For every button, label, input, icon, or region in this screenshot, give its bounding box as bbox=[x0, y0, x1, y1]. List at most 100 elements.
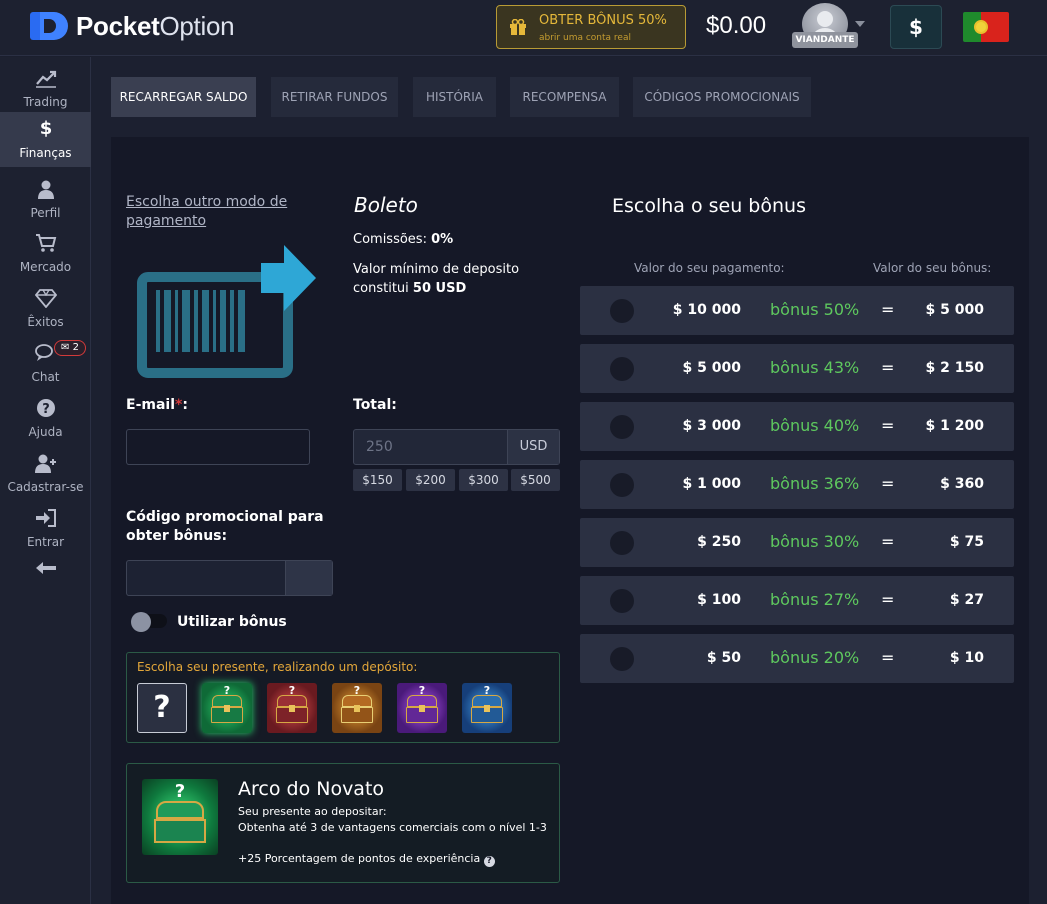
bonus-radio[interactable] bbox=[610, 357, 634, 381]
payment-method-name: Boleto bbox=[354, 193, 418, 217]
bonus-percent: bônus 20% bbox=[770, 648, 860, 667]
bonus-radio[interactable] bbox=[610, 589, 634, 613]
bonus-row[interactable]: $ 3 000 bônus 40% = $ 1 200 bbox=[580, 402, 1014, 451]
equals-sign: = bbox=[881, 590, 895, 609]
info-icon[interactable]: ? bbox=[483, 856, 495, 867]
email-label: E-mail*: bbox=[126, 397, 188, 413]
sidebar-item-cadastrar[interactable]: Cadastrar-se bbox=[0, 446, 91, 501]
equals-sign: = bbox=[881, 648, 895, 667]
get-bonus-button[interactable]: OBTER BÔNUS 50% abrir uma conta real bbox=[496, 5, 686, 49]
bonus-radio[interactable] bbox=[610, 647, 634, 671]
chart-line-icon bbox=[36, 70, 57, 88]
bonus-percent: bônus 50% bbox=[770, 300, 860, 319]
bonus-row[interactable]: $ 1 000 bônus 36% = $ 360 bbox=[580, 460, 1014, 509]
sidebar-item-label: Cadastrar-se bbox=[7, 480, 84, 494]
equals-sign: = bbox=[881, 416, 895, 435]
sidebar-item-trading[interactable]: Trading bbox=[0, 61, 91, 116]
bonus-row[interactable]: $ 10 000 bônus 50% = $ 5 000 bbox=[580, 286, 1014, 335]
deposit-panel: Escolha outro modo de pagamento Boleto C… bbox=[111, 137, 1029, 904]
bonus-row[interactable]: $ 100 bônus 27% = $ 27 bbox=[580, 576, 1014, 625]
sidebar-item-exitos[interactable]: Êxitos bbox=[0, 281, 91, 336]
quick-amount-150[interactable]: $150 bbox=[353, 469, 402, 491]
gift-selection-box: Escolha seu presente, realizando um depó… bbox=[126, 652, 560, 743]
equals-sign: = bbox=[881, 474, 895, 493]
bonus-button-subtitle: abrir uma conta real bbox=[539, 33, 631, 43]
column-header-bonus: Valor do seu bônus: bbox=[873, 261, 992, 275]
balance-amount[interactable]: $0.00 bbox=[706, 12, 766, 40]
gift-red-chest[interactable]: ? bbox=[267, 683, 317, 733]
equals-sign: = bbox=[881, 532, 895, 551]
bonus-payment: $ 250 bbox=[697, 534, 741, 550]
bonus-value: $ 27 bbox=[949, 592, 984, 608]
promo-code-input[interactable] bbox=[126, 560, 333, 596]
sidebar-item-label: Trading bbox=[23, 95, 68, 109]
use-bonus-toggle[interactable] bbox=[131, 612, 169, 632]
collapse-arrow-icon[interactable] bbox=[36, 561, 56, 575]
bonus-radio[interactable] bbox=[610, 531, 634, 555]
tab-codigos-promocionais[interactable]: CÓDIGOS PROMOCIONAIS bbox=[633, 77, 811, 117]
selected-gift-details: ? Arco do Novato Seu presente ao deposit… bbox=[126, 763, 560, 883]
bonus-button-title: OBTER BÔNUS 50% bbox=[539, 13, 667, 28]
sidebar-item-label: Finanças bbox=[19, 146, 72, 160]
cart-icon bbox=[36, 234, 57, 252]
bonus-radio[interactable] bbox=[610, 299, 634, 323]
sidebar-item-mercado[interactable]: Mercado bbox=[0, 226, 91, 281]
user-icon bbox=[38, 180, 54, 199]
bonus-row[interactable]: $ 5 000 bônus 43% = $ 2 150 bbox=[580, 344, 1014, 393]
quick-amount-500[interactable]: $500 bbox=[511, 469, 560, 491]
sidebar-item-financas[interactable]: $ Finanças bbox=[0, 112, 91, 167]
gift-hint: Escolha seu presente, realizando um depó… bbox=[137, 660, 418, 674]
gift-blue-chest[interactable]: ? bbox=[462, 683, 512, 733]
logo-text: PocketOption bbox=[76, 10, 235, 41]
gift-orange-chest[interactable]: ? bbox=[332, 683, 382, 733]
gift-icon bbox=[510, 19, 526, 35]
sidebar-item-label: Ajuda bbox=[28, 425, 63, 439]
gift-random-chest[interactable]: ? bbox=[137, 683, 187, 733]
equals-sign: = bbox=[881, 300, 895, 319]
minimum-deposit-info: Valor mínimo de deposito constitui 50 US… bbox=[353, 262, 520, 296]
total-amount-input[interactable]: 250 USD bbox=[353, 429, 560, 465]
chat-unread-badge: ✉ 2 bbox=[54, 340, 86, 356]
email-field[interactable] bbox=[126, 429, 310, 465]
portugal-flag-icon[interactable] bbox=[963, 12, 1009, 42]
promo-apply-button[interactable] bbox=[285, 561, 332, 595]
boleto-barcode-icon bbox=[137, 245, 316, 378]
gift-purple-chest[interactable]: ? bbox=[397, 683, 447, 733]
sidebar-item-entrar[interactable]: Entrar bbox=[0, 501, 91, 556]
bonus-value: $ 75 bbox=[949, 534, 984, 550]
gift-green-chest[interactable]: ? bbox=[202, 683, 252, 733]
other-payment-method-link[interactable]: Escolha outro modo de pagamento bbox=[126, 193, 291, 231]
bonus-value: $ 2 150 bbox=[925, 360, 984, 376]
sidebar: Trading $ Finanças Perfil Mercado Êxitos… bbox=[0, 57, 91, 904]
promo-code-label: Código promocional para obter bônus: bbox=[126, 509, 324, 544]
column-header-payment: Valor do seu pagamento: bbox=[634, 261, 785, 275]
quick-amount-300[interactable]: $300 bbox=[459, 469, 508, 491]
sidebar-item-chat[interactable]: ✉ 2 Chat bbox=[0, 336, 91, 391]
deposit-dollar-button[interactable]: $ bbox=[890, 5, 942, 49]
gift-subtitle: Seu presente ao depositar: bbox=[238, 805, 387, 818]
sidebar-item-perfil[interactable]: Perfil bbox=[0, 172, 91, 227]
tab-recarregar-saldo[interactable]: RECARREGAR SALDO bbox=[111, 77, 256, 117]
green-chest-image: ? bbox=[142, 779, 218, 855]
bonus-row[interactable]: $ 250 bônus 30% = $ 75 bbox=[580, 518, 1014, 567]
tab-retirar-fundos[interactable]: RETIRAR FUNDOS bbox=[271, 77, 398, 117]
bonus-radio[interactable] bbox=[610, 473, 634, 497]
top-bar: PocketOption OBTER BÔNUS 50% abrir uma c… bbox=[0, 0, 1047, 56]
tab-recompensa[interactable]: RECOMPENSA bbox=[510, 77, 619, 117]
sign-in-icon bbox=[36, 509, 56, 527]
bonus-value: $ 5 000 bbox=[925, 302, 984, 318]
chevron-down-icon[interactable] bbox=[855, 21, 865, 27]
currency-label: USD bbox=[507, 430, 559, 464]
gift-xp: +25 Porcentagem de pontos de experiência… bbox=[238, 852, 495, 867]
use-bonus-label: Utilizar bônus bbox=[177, 614, 287, 630]
quick-amount-200[interactable]: $200 bbox=[406, 469, 455, 491]
user-plus-icon bbox=[35, 454, 56, 473]
bonus-radio[interactable] bbox=[610, 415, 634, 439]
tab-historia[interactable]: HISTÓRIA bbox=[413, 77, 496, 117]
sidebar-item-label: Chat bbox=[31, 370, 60, 384]
svg-text:?: ? bbox=[42, 402, 50, 417]
bonus-row[interactable]: $ 50 bônus 20% = $ 10 bbox=[580, 634, 1014, 683]
logo[interactable]: PocketOption bbox=[30, 10, 235, 42]
sidebar-item-ajuda[interactable]: ? Ajuda bbox=[0, 391, 91, 446]
bonus-title: Escolha o seu bônus bbox=[612, 195, 806, 217]
